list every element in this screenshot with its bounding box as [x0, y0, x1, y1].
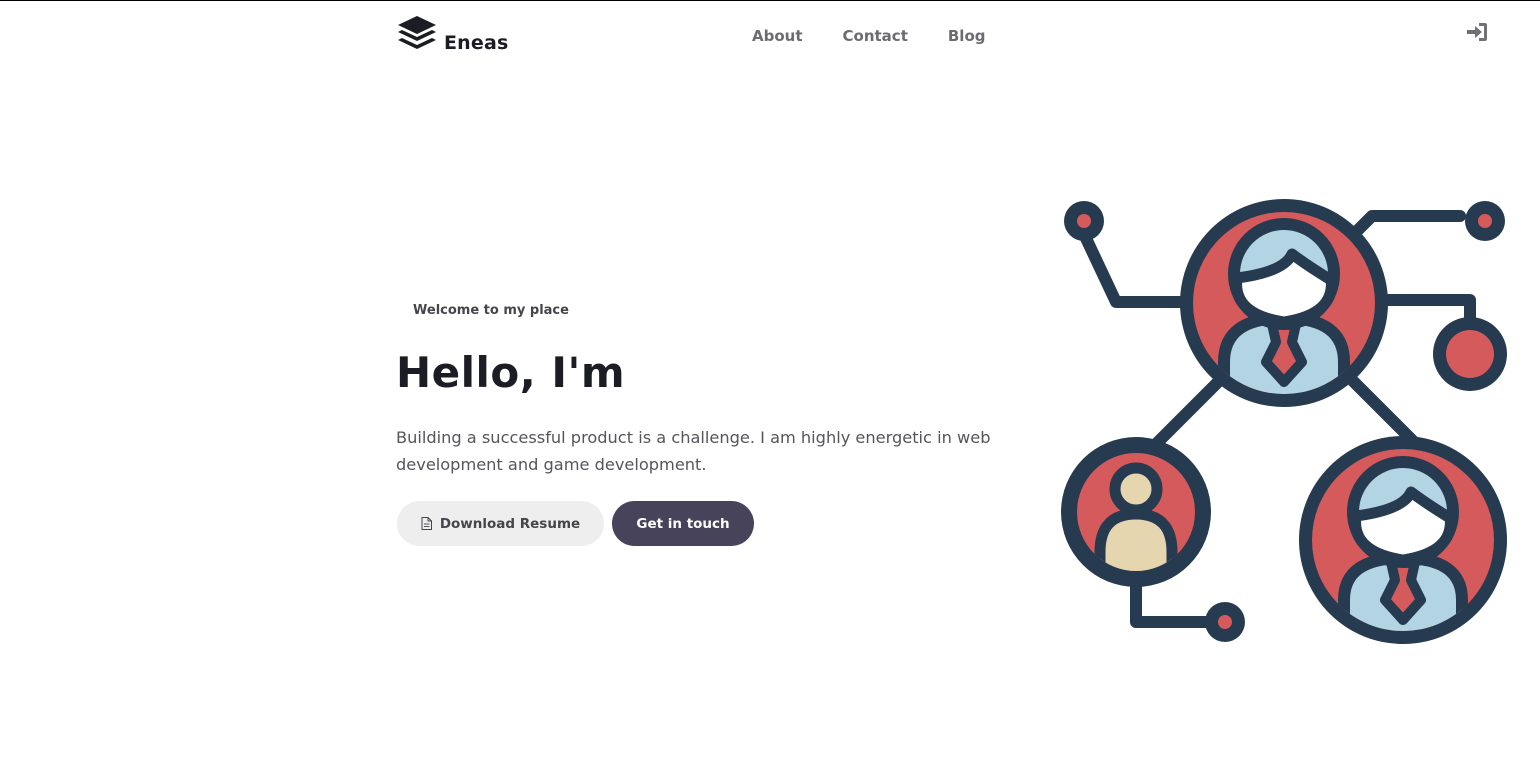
sign-in-icon[interactable] — [1466, 22, 1488, 42]
hero-headline: Hello, I'm — [396, 348, 626, 397]
network-node-dot — [1064, 201, 1104, 241]
brand-name: Eneas — [444, 32, 509, 54]
connector-line — [1340, 368, 1424, 452]
connector-line — [1078, 228, 1194, 308]
stack-layers-icon — [398, 16, 436, 49]
brand-logo[interactable]: Eneas — [396, 14, 509, 56]
download-resume-label: Download Resume — [439, 515, 581, 532]
hero-description: Building a successful product is a chall… — [396, 428, 991, 474]
nav-blog[interactable]: Blog — [948, 27, 986, 45]
person-avatar-bottom-left — [1061, 437, 1211, 587]
network-node-dot — [1205, 602, 1245, 642]
document-icon — [421, 517, 432, 530]
nav-contact[interactable]: Contact — [843, 27, 908, 45]
main-nav: About Contact Blog — [752, 27, 986, 45]
people-network-illustration — [1061, 199, 1507, 644]
person-avatar-bottom-right — [1299, 436, 1507, 644]
top-border — [0, 0, 1540, 1]
network-node-dot — [1465, 201, 1505, 241]
connector-line — [1372, 294, 1476, 328]
connector-line — [1130, 576, 1212, 628]
network-node-large — [1433, 317, 1507, 391]
get-in-touch-button[interactable]: Get in touch — [612, 501, 754, 546]
connector-line — [1144, 370, 1230, 456]
connector-line — [1350, 210, 1466, 238]
download-resume-button[interactable]: Download Resume — [397, 501, 604, 546]
welcome-eyebrow: Welcome to my place — [413, 303, 569, 318]
nav-about[interactable]: About — [752, 27, 803, 45]
person-avatar-top — [1180, 199, 1388, 407]
